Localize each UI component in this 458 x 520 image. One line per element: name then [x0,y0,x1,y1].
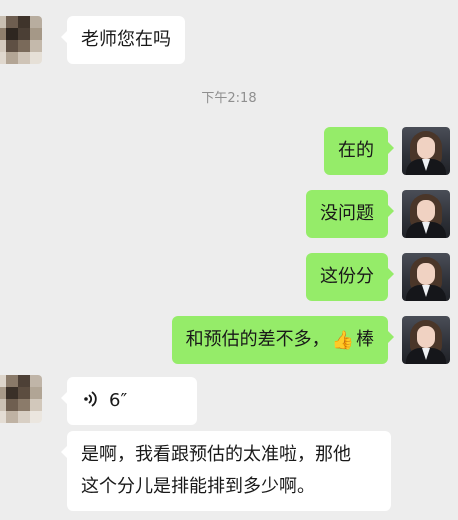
outgoing-message-bubble[interactable]: 没问题 [306,190,394,238]
message-text: 棒 [356,329,374,350]
user-avatar[interactable] [402,190,450,238]
outgoing-message-bubble[interactable]: 在的 [324,127,394,175]
thumbs-up-icon: 👍 [331,330,354,351]
incoming-message-bubble[interactable]: 老师您在吗 [61,16,185,64]
message-text: 这份分 [320,266,374,287]
contact-avatar[interactable] [0,375,42,423]
incoming-message-bubble[interactable]: 是啊，我看跟预估的太准啦，那他 这个分儿是排能排到多少啊。 [61,431,391,511]
outgoing-message-bubble[interactable]: 这份分 [306,253,394,301]
user-avatar[interactable] [402,127,450,175]
message-text: 在的 [338,140,374,161]
message-text-line: 这个分儿是排能排到多少啊。 [81,476,315,497]
message-text: 和预估的差不多， [185,329,330,350]
user-avatar[interactable] [402,316,450,364]
voice-duration: 6″ [109,390,128,411]
contact-avatar[interactable] [0,16,42,64]
user-avatar[interactable] [402,253,450,301]
message-text: 没问题 [320,203,374,224]
outgoing-message-bubble[interactable]: 和预估的差不多， 👍 棒 [171,316,395,364]
message-text: 老师您在吗 [81,29,171,50]
message-timestamp: 下午2:18 [201,91,257,106]
voice-wave-icon [84,391,97,407]
message-text-line: 是啊，我看跟预估的太准啦，那他 [81,444,351,465]
voice-message-bubble[interactable]: 6″ [61,377,197,425]
